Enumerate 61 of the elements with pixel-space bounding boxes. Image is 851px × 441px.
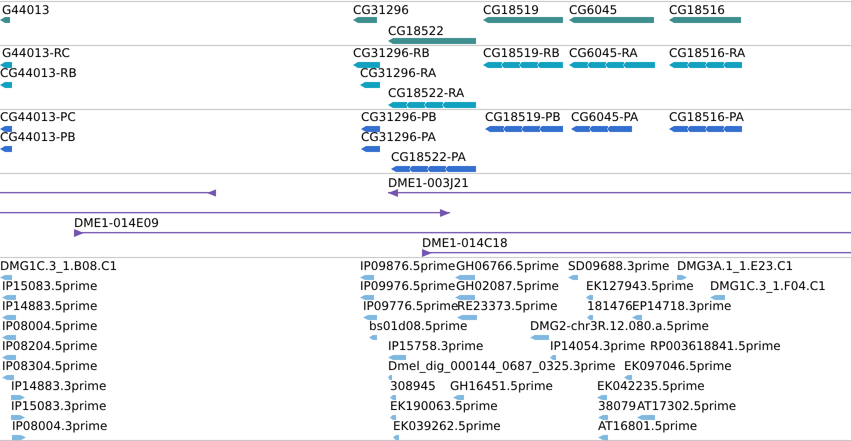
feature-label: GH02087.5prime (456, 279, 559, 293)
feature-label: AT17302.5prime (637, 399, 736, 413)
feature-label: EK127943.5prime (586, 279, 694, 293)
feature-label: RP003618841.5prime (650, 339, 781, 353)
feature-label: CG31296-PB (361, 110, 437, 124)
feature-label: CG18519-PB (485, 110, 561, 124)
feature-label: CG18519 (483, 3, 539, 17)
feature-label: G44013 (2, 3, 50, 17)
feature-label: Dmel_dig_000144_0687_0325.3prime (388, 359, 616, 373)
feature-label: CG31296-PA (361, 130, 436, 144)
feature-label: bs01d08.5prime (369, 319, 468, 333)
feature-label: IP15083.5prime (2, 279, 98, 293)
feature-label: 181476 (587, 299, 633, 313)
feature-label: CG18516-PA (669, 110, 744, 124)
feature-label: EK042235.5prime (597, 379, 705, 393)
feature-label: IP14054.3prime (550, 339, 646, 353)
feature-label: G44013-RC (2, 46, 70, 60)
feature-label: IP08004.3prime (12, 419, 108, 433)
feature-label: DME1-014C18 (422, 236, 508, 250)
feature-label: IP09876.5prime (360, 259, 456, 273)
feature-label: CG18519-RB (483, 46, 560, 60)
feature-label: CG31296-RA (360, 66, 436, 80)
feature-label: GH16451.5prime (450, 379, 553, 393)
feature-label: CG44013-PC (0, 110, 76, 124)
feature-label: EK190063.5prime (390, 399, 498, 413)
feature-label: CG18522-RA (388, 86, 464, 100)
feature-label: EK039262.5prime (393, 419, 501, 433)
feature-label: CG18522-PA (391, 150, 466, 164)
feature-label: IP08304.5prime (2, 359, 98, 373)
feature-label: CG6045-RA (569, 46, 638, 60)
feature-label: IP09976.5prime (360, 279, 456, 293)
feature-label: CG18516 (669, 3, 725, 17)
feature-label: IP08204.5prime (2, 339, 98, 353)
feature-label: DMG1C.3_1.B08.C1 (0, 259, 118, 273)
feature-label: CG18516-RA (669, 46, 746, 60)
feature-label: DME1-003J21 (388, 176, 469, 190)
feature-label: EK097046.5prime (624, 359, 732, 373)
feature-label: IP08004.5prime (2, 319, 98, 333)
feature-label: GH06766.5prime (456, 259, 559, 273)
feature-label: DMG3A.1_1.E23.C1 (677, 259, 794, 273)
feature-label: IP09776.5prime (363, 299, 458, 313)
feature-label: IP15758.3prime (388, 339, 484, 353)
feature-label: RE23373.5prime (457, 299, 558, 313)
feature-label: IP14883.3prime (11, 379, 106, 393)
feature-label: CG6045-PA (571, 110, 638, 124)
feature-label: CG31296-RB (353, 46, 430, 60)
feature-label: 38079 (598, 399, 636, 413)
feature-label: DMG1C.3_1.F04.C1 (710, 279, 826, 293)
feature-label: CG44013-PB (0, 130, 76, 144)
feature-label: IP14883.5prime (2, 299, 98, 313)
feature-label: AT16801.5prime (598, 419, 698, 433)
feature-label: CG44013-RB (0, 66, 77, 80)
feature-label: SD09688.3prime (568, 259, 670, 273)
feature-label: CG31296 (353, 3, 409, 17)
feature-label: CG18522 (388, 24, 444, 38)
feature-label: DME1-014E09 (74, 216, 159, 230)
feature-label: EP14718.3prime (632, 299, 732, 313)
feature-label: CG6045 (569, 3, 618, 17)
feature-label: IP15083.3prime (11, 399, 106, 413)
feature-label: 308945 (390, 379, 436, 393)
feature-label: DMG2-chr3R.12.080.a.5prime (530, 319, 709, 333)
